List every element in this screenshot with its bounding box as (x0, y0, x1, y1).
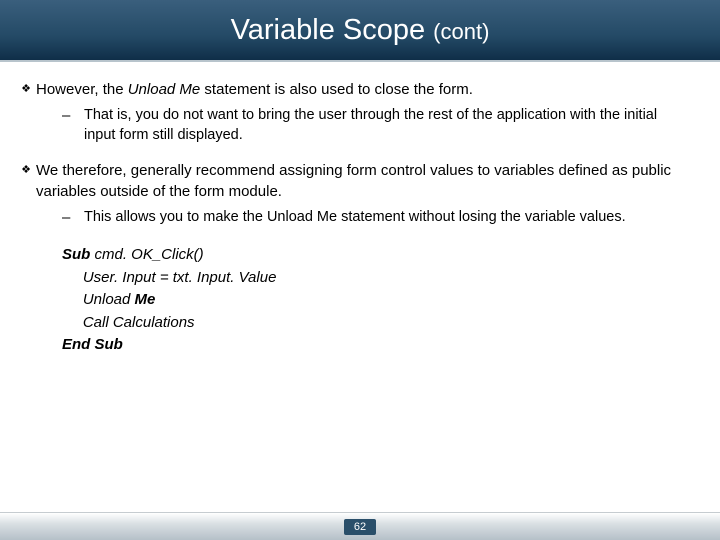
title-bar: Variable Scope (cont) (0, 0, 720, 62)
title-main: Variable Scope (231, 14, 434, 46)
code-line: Call Calculations (62, 312, 680, 335)
page-number: 62 (344, 519, 376, 535)
sub-bullet-text: That is, you do not want to bring the us… (84, 106, 680, 145)
slide: Variable Scope (cont) ❖ However, the Unl… (0, 0, 720, 540)
bullet-text: However, the Unload Me statement is also… (36, 80, 680, 100)
diamond-bullet-icon: ❖ (16, 161, 36, 202)
code-keyword: Me (135, 291, 156, 308)
code-line: Sub cmd. OK_Click() (62, 244, 680, 267)
footer: 62 (0, 512, 720, 540)
bullet-item: ❖ However, the Unload Me statement is al… (16, 80, 680, 100)
sub-bullet-item: – That is, you do not want to bring the … (62, 106, 680, 145)
bullet-text: We therefore, generally recommend assign… (36, 161, 680, 202)
code-text: cmd. OK_Click() (95, 246, 204, 263)
bullet-item: ❖ We therefore, generally recommend assi… (16, 161, 680, 202)
text-fragment: statement is also used to close the form… (200, 81, 473, 98)
content-area: ❖ However, the Unload Me statement is al… (0, 62, 720, 357)
sub-bullet-text: This allows you to make the Unload Me st… (84, 208, 680, 228)
dash-bullet-icon: – (62, 106, 84, 145)
code-line: Unload Me (62, 289, 680, 312)
italic-text: Unload Me (128, 81, 201, 98)
code-line: User. Input = txt. Input. Value (62, 267, 680, 290)
slide-title: Variable Scope (cont) (231, 14, 490, 47)
code-keyword: Sub (62, 246, 95, 263)
text-fragment: However, the (36, 81, 128, 98)
code-line: End Sub (62, 334, 680, 357)
dash-bullet-icon: – (62, 208, 84, 228)
diamond-bullet-icon: ❖ (16, 80, 36, 100)
sub-bullet-item: – This allows you to make the Unload Me … (62, 208, 680, 228)
code-block: Sub cmd. OK_Click() User. Input = txt. I… (62, 244, 680, 357)
title-cont: (cont) (433, 19, 489, 44)
code-text: Unload (62, 291, 135, 308)
